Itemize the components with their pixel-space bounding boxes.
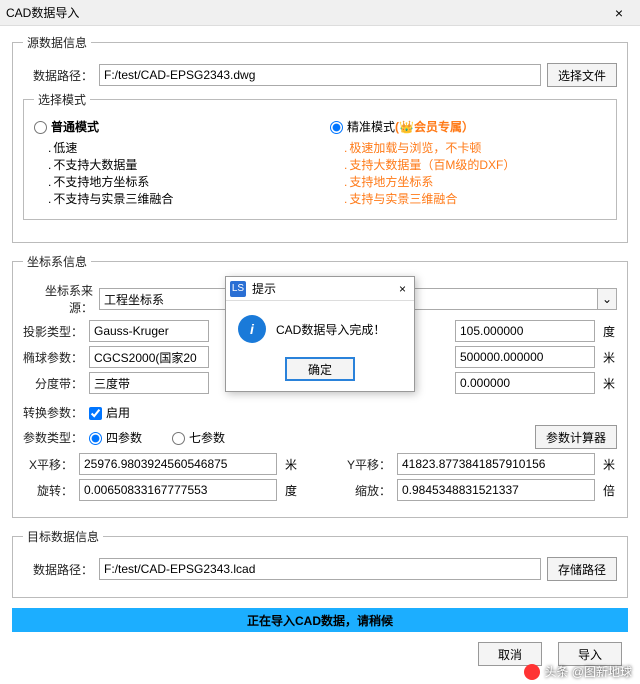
app-icon: LS xyxy=(230,281,246,297)
cs-legend: 坐标系信息 xyxy=(23,253,91,270)
zone-right-input[interactable] xyxy=(455,372,595,394)
unit-m: 米 xyxy=(601,349,617,366)
paramtype-4-radio[interactable]: 四参数 xyxy=(89,429,142,446)
cs-source-label: 坐标系来源： xyxy=(23,282,93,316)
ellip-label: 椭球参数： xyxy=(23,349,83,366)
unit-m3: 米 xyxy=(283,456,299,473)
target-legend: 目标数据信息 xyxy=(23,528,103,545)
progress-bar: 正在导入CAD数据，请稍候 xyxy=(12,608,628,632)
unit-deg2: 度 xyxy=(283,482,299,499)
ellip-right-input[interactable] xyxy=(455,346,595,368)
progress-text: 正在导入CAD数据，请稍候 xyxy=(247,612,393,629)
titlebar: CAD数据导入 × xyxy=(0,0,640,26)
mode-legend: 选择模式 xyxy=(34,91,90,108)
modal-ok-button[interactable]: 确定 xyxy=(285,357,355,381)
xshift-input[interactable] xyxy=(79,453,277,475)
ellip-input[interactable] xyxy=(89,346,209,368)
unit-deg: 度 xyxy=(601,323,617,340)
rot-label: 旋转： xyxy=(23,482,73,499)
xshift-label: X平移： xyxy=(23,456,73,473)
modal-title: 提示 xyxy=(252,280,395,297)
chevron-down-icon[interactable]: ⌄ xyxy=(597,288,617,310)
info-modal: LS 提示 × i CAD数据导入完成！ 确定 xyxy=(225,276,415,392)
source-path-input[interactable] xyxy=(99,64,541,86)
window-title: CAD数据导入 xyxy=(6,4,604,21)
target-path-label: 数据路径： xyxy=(23,561,93,578)
target-group: 目标数据信息 数据路径： 存储路径 xyxy=(12,528,628,598)
paramtype-label: 参数类型： xyxy=(23,429,83,446)
watermark: 头条 @图新地球 xyxy=(524,663,632,680)
mode-group: 选择模式 普通模式 低速 不支持大数据量 不支持地方坐标系 不支持与实景三维融合… xyxy=(23,91,617,220)
watermark-icon xyxy=(524,664,540,680)
mode-precise-radio[interactable]: 精准模式(👑会员专属） xyxy=(330,120,474,134)
modal-message: CAD数据导入完成！ xyxy=(276,321,385,338)
proj-label: 投影类型： xyxy=(23,323,83,340)
unit-times: 倍 xyxy=(601,482,617,499)
save-path-button[interactable]: 存储路径 xyxy=(547,557,617,581)
target-path-input[interactable] xyxy=(99,558,541,580)
zone-input[interactable] xyxy=(89,372,209,394)
yshift-input[interactable] xyxy=(397,453,595,475)
close-icon[interactable]: × xyxy=(604,5,634,21)
zone-label: 分度带： xyxy=(23,375,83,392)
proj-right-input[interactable] xyxy=(455,320,595,342)
browse-file-button[interactable]: 选择文件 xyxy=(547,63,617,87)
rot-input[interactable] xyxy=(79,479,277,501)
proj-input[interactable] xyxy=(89,320,209,342)
source-legend: 源数据信息 xyxy=(23,34,91,51)
mode-normal-list: 低速 不支持大数据量 不支持地方坐标系 不支持与实景三维融合 xyxy=(34,139,310,207)
watermark-text: 头条 @图新地球 xyxy=(544,663,632,680)
conv-label: 转换参数： xyxy=(23,404,83,421)
info-icon: i xyxy=(238,315,266,343)
conv-enable-checkbox[interactable]: 启用 xyxy=(89,404,130,421)
unit-m4: 米 xyxy=(601,456,617,473)
paramtype-7-radio[interactable]: 七参数 xyxy=(172,429,225,446)
scale-input[interactable] xyxy=(397,479,595,501)
unit-m2: 米 xyxy=(601,375,617,392)
mode-normal-radio[interactable]: 普通模式 xyxy=(34,120,99,134)
param-calc-button[interactable]: 参数计算器 xyxy=(535,425,617,449)
source-path-label: 数据路径： xyxy=(23,67,93,84)
scale-label: 缩放： xyxy=(341,482,391,499)
mode-precise-list: 极速加载与浏览，不卡顿 支持大数据量（百M级的DXF） 支持地方坐标系 支持与实… xyxy=(330,139,606,207)
source-group: 源数据信息 数据路径： 选择文件 选择模式 普通模式 低速 不支持大数据量 不支… xyxy=(12,34,628,243)
yshift-label: Y平移： xyxy=(341,456,391,473)
modal-close-icon[interactable]: × xyxy=(395,282,410,296)
